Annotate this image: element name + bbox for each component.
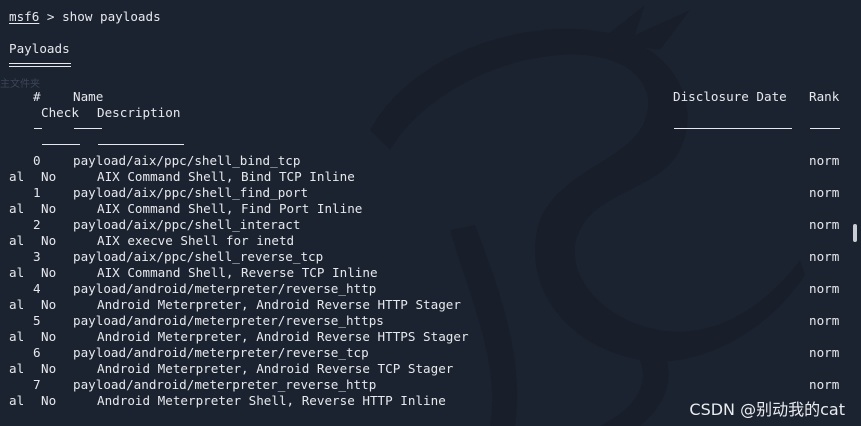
scrollbar-thumb[interactable] [853, 224, 857, 242]
col-num-rule [34, 128, 42, 129]
desktop-icon-label: 主文件夹 [0, 79, 40, 90]
terminal-window[interactable]: 主文件夹 msf6 > show payloads Payloads # Nam… [0, 0, 861, 426]
row-check: No [41, 265, 57, 280]
col-description-rule [98, 144, 184, 145]
watermark: CSDN @别动我的cat [689, 400, 845, 419]
col-disclosure-header: Disclosure Date [673, 89, 787, 104]
row-description: AIX execve Shell for inetd [97, 233, 295, 248]
col-disclosure-rule [674, 128, 792, 129]
prompt-label: msf6 [9, 9, 40, 24]
row-rank-head: norm [809, 153, 840, 168]
row-name: payload/aix/ppc/shell_find_port [73, 185, 309, 200]
row-rank-tail: al [9, 329, 25, 344]
section-title: Payloads [9, 41, 70, 56]
row-num: 5 [33, 313, 41, 328]
row-description: AIX Command Shell, Reverse TCP Inline [97, 265, 378, 280]
row-check: No [41, 361, 57, 376]
row-rank-tail: al [9, 169, 25, 184]
row-check: No [41, 169, 57, 184]
section-title-underline [9, 63, 71, 67]
row-rank-head: norm [809, 249, 840, 264]
row-num: 0 [33, 153, 41, 168]
row-name: payload/android/meterpreter/reverse_tcp [73, 345, 369, 360]
prompt-line: msf6 > show payloads [9, 9, 161, 25]
row-name: payload/android/meterpreter/reverse_http [73, 281, 377, 296]
col-num-header: # [33, 89, 41, 104]
col-description-header: Description [97, 105, 181, 120]
row-description: Android Meterpreter Shell, Reverse HTTP … [97, 393, 446, 408]
row-description: AIX Command Shell, Bind TCP Inline [97, 169, 355, 184]
row-rank-head: norm [809, 345, 840, 360]
row-rank-head: norm [809, 313, 840, 328]
row-description: AIX Command Shell, Find Port Inline [97, 201, 363, 216]
row-rank-tail: al [9, 265, 25, 280]
row-rank-head: norm [809, 217, 840, 232]
row-name: payload/android/meterpreter/reverse_http… [73, 313, 384, 328]
row-num: 6 [33, 345, 41, 360]
row-description: Android Meterpreter, Android Reverse HTT… [97, 297, 461, 312]
row-rank-head: norm [809, 281, 840, 296]
row-check: No [41, 201, 57, 216]
prompt-command: > show payloads [39, 9, 161, 24]
col-name-header: Name [73, 89, 104, 104]
row-rank-head: norm [809, 377, 840, 392]
row-check: No [41, 233, 57, 248]
row-num: 4 [33, 281, 41, 296]
col-check-rule [42, 144, 80, 145]
row-name: payload/aix/ppc/shell_bind_tcp [73, 153, 301, 168]
row-num: 7 [33, 377, 41, 392]
row-check: No [41, 393, 57, 408]
row-name: payload/aix/ppc/shell_reverse_tcp [73, 249, 324, 264]
row-rank-tail: al [9, 201, 25, 216]
row-description: Android Meterpreter, Android Reverse HTT… [97, 329, 469, 344]
col-check-header: Check [41, 105, 79, 120]
row-num: 1 [33, 185, 41, 200]
col-name-rule [74, 128, 102, 129]
row-check: No [41, 329, 57, 344]
row-num: 3 [33, 249, 41, 264]
row-check: No [41, 297, 57, 312]
row-rank-tail: al [9, 393, 25, 408]
row-rank-tail: al [9, 297, 25, 312]
row-name: payload/android/meterpreter_reverse_http [73, 377, 377, 392]
row-rank-tail: al [9, 361, 25, 376]
row-name: payload/aix/ppc/shell_interact [73, 217, 301, 232]
col-rank-rule [810, 128, 840, 129]
row-rank-head: norm [809, 185, 840, 200]
col-rank-header: Rank [809, 89, 840, 104]
row-rank-tail: al [9, 233, 25, 248]
row-num: 2 [33, 217, 41, 232]
row-description: Android Meterpreter, Android Reverse TCP… [97, 361, 454, 376]
